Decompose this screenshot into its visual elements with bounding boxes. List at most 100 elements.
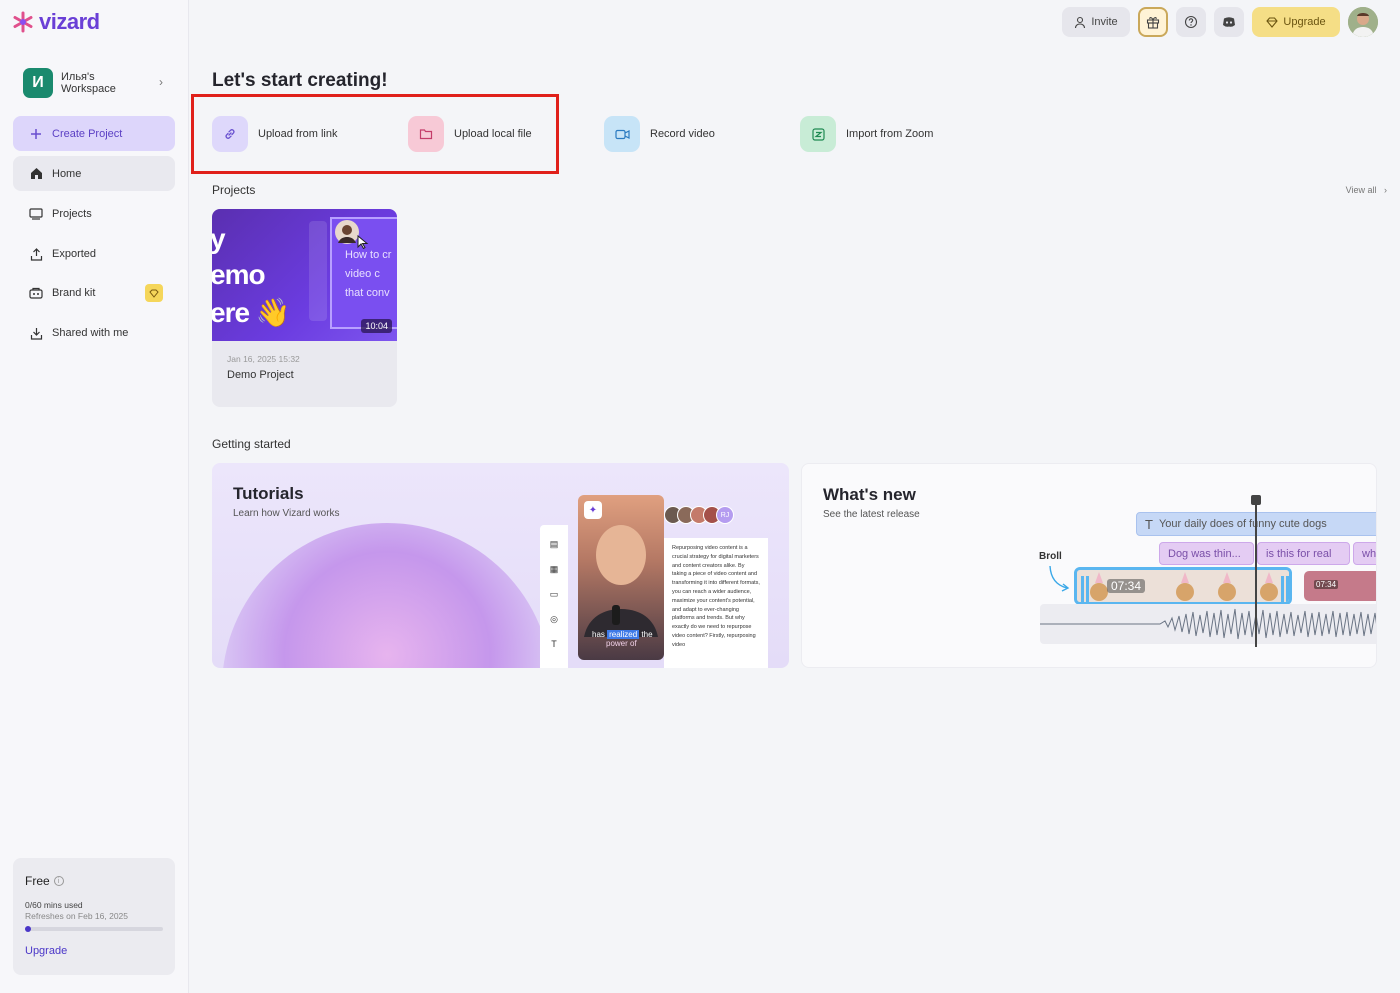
- presenter-face: [596, 525, 646, 585]
- audio-waveform: [1040, 604, 1376, 644]
- view-all-label: View all: [1345, 185, 1377, 195]
- broll-clip: 07:34: [1074, 567, 1292, 605]
- plan-upgrade-link[interactable]: Upgrade: [25, 945, 163, 957]
- waveform-graphic: [1040, 608, 1376, 640]
- vizard-logo-icon: [13, 11, 33, 33]
- clip-duration: 07:34: [1314, 580, 1339, 589]
- workspace-name: Илья's Workspace: [61, 71, 151, 95]
- sidebar-item-label: Home: [52, 167, 82, 180]
- record-video-button[interactable]: Record video: [604, 116, 715, 152]
- timeline-subtitle-clip: Dog was thin...: [1159, 542, 1254, 565]
- gift-button[interactable]: [1138, 7, 1168, 37]
- home-icon: [27, 166, 45, 182]
- chevron-right-icon: ›: [1379, 185, 1387, 195]
- view-all-link[interactable]: View all ›: [1346, 185, 1387, 195]
- sidebar-item-home[interactable]: Home: [13, 156, 175, 191]
- project-date: Jan 16, 2025 15:32: [227, 354, 300, 364]
- whats-new-card[interactable]: What's new See the latest release T Your…: [801, 463, 1377, 668]
- template-icon: ▦: [549, 564, 559, 574]
- broll-label: Broll: [1039, 551, 1062, 562]
- sidebar-item-label: Projects: [52, 208, 92, 220]
- import-from-zoom-button[interactable]: Import from Zoom: [800, 116, 933, 152]
- invite-label: Invite: [1091, 16, 1118, 28]
- top-bar: Invite Upgrade: [1062, 7, 1378, 37]
- transcript-excerpt: Repurposing video content is a crucial s…: [664, 538, 768, 668]
- video-caption: has realized the power of: [592, 630, 653, 648]
- plan-card: Free i 0/60 mins used Refreshes on Feb 1…: [13, 858, 175, 975]
- discord-button[interactable]: [1214, 7, 1244, 37]
- collaborator-avatars: RJ: [664, 506, 734, 524]
- plan-title: Free i: [25, 874, 163, 888]
- usage-progress-fill: [25, 926, 31, 932]
- timeline-subtitle-clip: is this for real: [1257, 542, 1350, 565]
- whats-new-title: What's new: [823, 485, 916, 504]
- invite-button[interactable]: Invite: [1062, 7, 1130, 37]
- usage-progress-bar: [25, 926, 163, 932]
- projects-heading: Projects: [212, 183, 256, 197]
- app-name: vizard: [39, 9, 100, 34]
- plan-name: Free: [25, 874, 50, 888]
- create-project-label: Create Project: [52, 127, 123, 140]
- project-thumbnail: y emo ere 👋 How to cr video c that conv …: [212, 209, 397, 341]
- projects-icon: [27, 206, 45, 222]
- thumbnail-text-line: y: [212, 223, 226, 254]
- quick-action-label: Upload local file: [454, 128, 532, 140]
- video-clip: 07:34: [1304, 571, 1376, 601]
- shared-icon: [27, 325, 45, 341]
- sidebar-item-shared[interactable]: Shared with me: [13, 318, 175, 348]
- workspace-name-line2: Workspace: [61, 83, 116, 95]
- project-name: Demo Project: [227, 369, 294, 381]
- workspace-name-line1: Илья's: [61, 71, 95, 83]
- getting-started-heading: Getting started: [212, 437, 291, 451]
- text-icon: T: [551, 639, 557, 649]
- sidebar-item-projects[interactable]: Projects: [13, 199, 175, 229]
- export-icon: [27, 246, 45, 262]
- whats-new-subtitle: See the latest release: [823, 509, 920, 520]
- cursor-icon: [357, 235, 369, 249]
- info-icon[interactable]: i: [53, 876, 64, 886]
- timeline-playhead: [1251, 495, 1261, 647]
- thumbnail-text-line: emo: [212, 259, 266, 290]
- tutorials-subtitle: Learn how Vizard works: [233, 508, 340, 519]
- quick-action-label: Record video: [650, 128, 715, 140]
- plan-usage: 0/60 mins used: [25, 900, 83, 910]
- sidebar: vizard И Илья's Workspace › Create Proje…: [0, 0, 189, 993]
- diamond-icon: [1266, 16, 1279, 28]
- caption-post: the: [641, 630, 653, 639]
- sidebar-item-label: Brand kit: [52, 287, 96, 299]
- text-icon: T: [1145, 516, 1153, 532]
- create-project-button[interactable]: Create Project: [13, 116, 175, 151]
- broll-icon: ◎: [550, 614, 558, 624]
- clip-duration: 07:34: [1107, 579, 1146, 593]
- upload-local-file-button[interactable]: Upload local file: [408, 116, 532, 152]
- quick-action-label: Import from Zoom: [846, 128, 934, 140]
- caption-highlight: realized: [607, 630, 640, 639]
- plus-icon: [27, 126, 45, 142]
- project-card[interactable]: y emo ere 👋 How to cr video c that conv …: [212, 209, 397, 407]
- thumbnail-caption: How to cr: [345, 249, 392, 261]
- plan-refresh-date: Refreshes on Feb 16, 2025: [25, 911, 129, 921]
- workspace-switcher[interactable]: И Илья's Workspace ›: [23, 68, 173, 98]
- discord-icon: [1223, 17, 1235, 27]
- upload-from-link-button[interactable]: Upload from link: [212, 116, 337, 152]
- upgrade-button[interactable]: Upgrade: [1252, 7, 1340, 37]
- chevron-right-icon: ›: [159, 75, 163, 89]
- caption-pre: has: [592, 630, 605, 639]
- thumbnail-tool-panel: [309, 221, 327, 321]
- tutorials-card[interactable]: Tutorials Learn how Vizard works ▤ ▦ ▭ ◎…: [212, 463, 789, 668]
- transcript-icon: ▤: [549, 539, 559, 549]
- logo[interactable]: vizard: [12, 9, 100, 35]
- zoom-icon: [800, 116, 836, 152]
- user-avatar[interactable]: [1348, 7, 1378, 37]
- link-icon: [212, 116, 248, 152]
- sidebar-item-label: Exported: [52, 248, 97, 260]
- workspace-avatar: И: [23, 68, 53, 98]
- help-button[interactable]: [1176, 7, 1206, 37]
- tutorial-video-preview: has realized the power of: [578, 495, 664, 660]
- folder-icon: [408, 116, 444, 152]
- video-camera-icon: [604, 116, 640, 152]
- sidebar-item-exported[interactable]: Exported: [13, 239, 175, 269]
- thumbnail-text-line: ere 👋: [212, 297, 291, 328]
- sidebar-item-brand-kit[interactable]: Brand kit: [13, 278, 175, 308]
- upgrade-label: Upgrade: [1283, 16, 1326, 28]
